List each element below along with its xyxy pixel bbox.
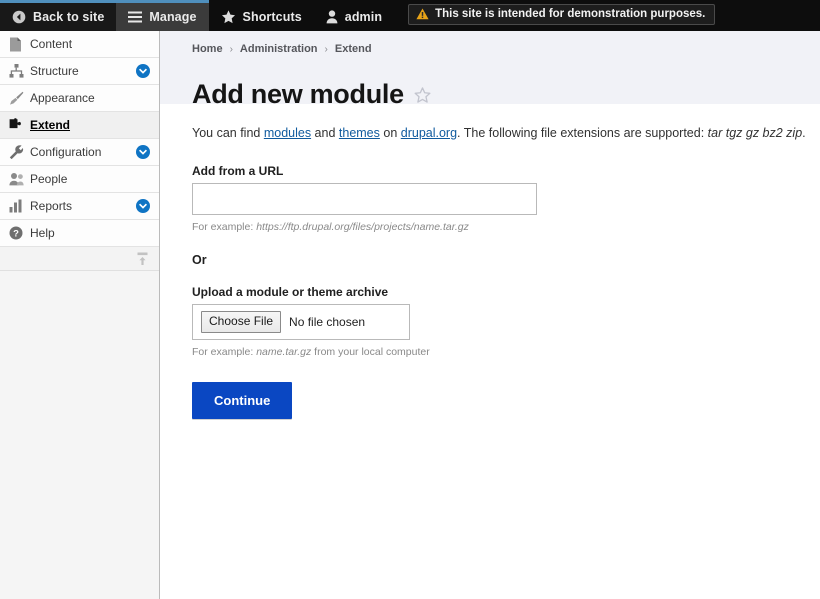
toolbar-manage-tab[interactable]: Manage — [116, 0, 209, 31]
sidebar-item-people[interactable]: People — [0, 166, 159, 193]
url-field-label: Add from a URL — [192, 164, 284, 179]
horizontal-orientation-toggle-icon — [136, 252, 149, 266]
page-region: Home › Administration › Extend Add new m… — [160, 31, 820, 599]
sidebar-item-label: Content — [30, 37, 73, 51]
content-page-icon — [9, 37, 28, 52]
toolbar-manage-label: Manage — [149, 9, 197, 24]
sidebar-item-label: Appearance — [30, 91, 95, 105]
sidebar-item-structure[interactable]: Structure — [0, 58, 159, 85]
chevron-down-icon[interactable] — [136, 145, 150, 159]
upload-help-lead: For example: — [192, 346, 257, 359]
sidebar-item-label: Extend — [30, 118, 71, 132]
demo-warning-text: This site is intended for demonstration … — [435, 8, 706, 20]
intro-text: You can find modules and themes on drupa… — [192, 124, 820, 142]
admin-toolbar: Back to site Manage Shortcuts admin This… — [0, 0, 820, 31]
breadcrumb-separator: › — [324, 43, 328, 55]
intro-part-1: You can find — [192, 126, 264, 140]
hamburger-menu-icon — [128, 11, 143, 23]
page-content: You can find modules and themes on drupa… — [160, 104, 820, 420]
supported-extensions: tar tgz gz bz2 zip — [707, 126, 803, 140]
or-divider-label: Or — [192, 253, 207, 268]
breadcrumb-item-administration[interactable]: Administration — [240, 43, 318, 55]
sidebar-item-help[interactable]: ? Help — [0, 220, 159, 247]
selected-file-name: No file chosen — [289, 315, 366, 330]
url-help-example: https://ftp.drupal.org/files/projects/na… — [256, 221, 469, 234]
star-icon — [221, 10, 236, 24]
sidebar-item-label: Structure — [30, 64, 79, 78]
themes-link[interactable]: themes — [339, 126, 380, 140]
intro-part-2: and — [311, 126, 339, 140]
back-arrow-circle-icon — [12, 10, 26, 24]
page-title: Add new module — [192, 79, 404, 110]
page-header: Home › Administration › Extend Add new m… — [160, 31, 820, 109]
toolbar-back-to-site-label: Back to site — [33, 9, 105, 24]
chevron-down-icon[interactable] — [136, 64, 150, 78]
demo-warning-badge: This site is intended for demonstration … — [408, 4, 716, 25]
intro-part-4: . The following file extensions are supp… — [457, 126, 708, 140]
warning-triangle-icon — [416, 8, 429, 20]
breadcrumb: Home › Administration › Extend — [192, 43, 820, 55]
toolbar-shortcuts-label: Shortcuts — [242, 9, 302, 24]
upload-help-tail: from your local computer — [311, 346, 430, 359]
upload-help-example: name.tar.gz — [256, 346, 312, 359]
breadcrumb-item-home[interactable]: Home — [192, 43, 223, 55]
url-help-text: For example: https://ftp.drupal.org/file… — [192, 221, 820, 233]
sidebar-item-appearance[interactable]: Appearance — [0, 85, 159, 112]
continue-button[interactable]: Continue — [192, 382, 293, 420]
intro-part-3: on — [379, 126, 401, 140]
url-help-lead: For example: — [192, 221, 257, 234]
sidebar-item-label: Reports — [30, 199, 73, 213]
file-upload-field[interactable]: Choose File No file chosen — [192, 304, 410, 341]
sidebar-orientation-toggle[interactable] — [0, 247, 159, 271]
star-outline-icon[interactable] — [414, 87, 431, 103]
svg-text:?: ? — [13, 229, 19, 240]
upload-field-label: Upload a module or theme archive — [192, 285, 389, 300]
structure-icon — [9, 64, 28, 78]
url-input[interactable] — [192, 183, 537, 216]
sidebar-item-reports[interactable]: Reports — [0, 193, 159, 220]
bar-chart-icon — [9, 199, 28, 213]
toolbar-shortcuts-tab[interactable]: Shortcuts — [209, 0, 314, 31]
question-mark-icon: ? — [9, 226, 28, 240]
intro-part-5: . — [802, 126, 806, 140]
drupal-org-link[interactable]: drupal.org — [401, 126, 457, 140]
sidebar-item-label: People — [30, 172, 68, 186]
sidebar-empty-area — [0, 271, 159, 599]
sidebar-item-label: Help — [30, 226, 55, 240]
people-icon — [9, 172, 28, 186]
sidebar-item-label: Configuration — [30, 145, 102, 159]
choose-file-button[interactable]: Choose File — [201, 311, 282, 334]
sidebar-item-configuration[interactable]: Configuration — [0, 139, 159, 166]
sidebar-item-content[interactable]: Content — [0, 31, 159, 58]
user-person-icon — [326, 10, 338, 24]
toolbar-back-to-site[interactable]: Back to site — [0, 0, 117, 31]
breadcrumb-item-extend[interactable]: Extend — [335, 43, 372, 55]
breadcrumb-separator: › — [229, 43, 233, 55]
upload-help-text: For example: name.tar.gz from your local… — [192, 346, 820, 358]
drupal-admin-page: Back to site Manage Shortcuts admin This… — [0, 0, 820, 599]
paintbrush-icon — [9, 91, 28, 105]
toolbar-user-account[interactable]: admin — [314, 0, 394, 31]
chevron-down-icon[interactable] — [136, 199, 150, 213]
admin-sidebar-tray: Content Structure Appearance Extend Conf… — [0, 31, 160, 599]
modules-link[interactable]: modules — [264, 126, 311, 140]
puzzle-piece-icon — [9, 118, 28, 132]
sidebar-item-extend[interactable]: Extend — [0, 112, 159, 139]
toolbar-user-label: admin — [344, 9, 383, 24]
wrench-icon — [9, 145, 28, 159]
